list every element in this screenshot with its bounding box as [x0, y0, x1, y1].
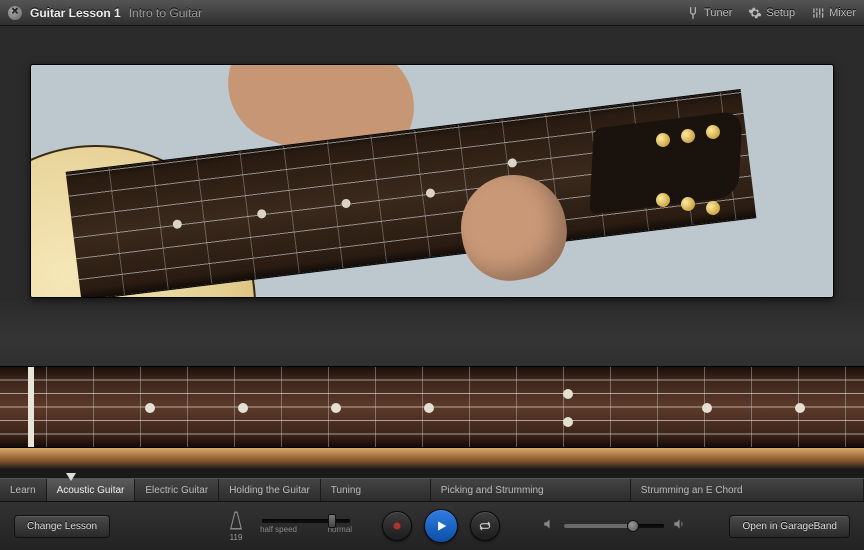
- chapter-picking-and-strumming[interactable]: Picking and Strumming: [431, 479, 631, 501]
- chapter-label: Learn: [10, 485, 36, 496]
- chapter-holding-the-guitar[interactable]: Holding the Guitar: [219, 479, 321, 501]
- chapter-acoustic-guitar[interactable]: Acoustic Guitar: [47, 479, 136, 501]
- volume-low-icon: [542, 517, 556, 536]
- chapter-label: Electric Guitar: [145, 485, 208, 496]
- lesson-subtitle: Intro to Guitar: [129, 6, 202, 20]
- loop-icon: [478, 519, 492, 533]
- transport-controls: Change Lesson 119 half speed normal Open…: [0, 502, 864, 550]
- mixer-label: Mixer: [829, 7, 856, 19]
- change-lesson-button[interactable]: Change Lesson: [14, 515, 110, 538]
- spacer-area: [0, 298, 864, 366]
- tuning-fork-icon: [686, 6, 700, 20]
- playhead-marker[interactable]: [66, 473, 76, 481]
- tuner-button[interactable]: Tuner: [686, 6, 732, 20]
- chapter-tuning[interactable]: Tuning: [321, 479, 431, 501]
- speed-label-min: half speed: [260, 525, 297, 534]
- mixer-button[interactable]: Mixer: [811, 6, 856, 20]
- tuner-label: Tuner: [704, 7, 732, 19]
- setup-button[interactable]: Setup: [748, 6, 795, 20]
- record-icon: [390, 519, 404, 533]
- volume-slider[interactable]: [564, 524, 664, 528]
- open-in-garageband-button[interactable]: Open in GarageBand: [729, 515, 850, 538]
- play-icon: [434, 519, 448, 533]
- chapter-electric-guitar[interactable]: Electric Guitar: [135, 479, 219, 501]
- speed-slider-thumb[interactable]: [328, 514, 336, 528]
- chapter-label: Tuning: [331, 485, 361, 496]
- volume-high-icon: [672, 517, 686, 536]
- fretboard-edge: [0, 448, 864, 478]
- chapter-label: Strumming an E Chord: [641, 485, 743, 496]
- close-button[interactable]: ✕: [8, 6, 22, 20]
- chapter-label: Acoustic Guitar: [57, 485, 125, 496]
- chapter-bar: Learn Acoustic Guitar Electric Guitar Ho…: [0, 478, 864, 502]
- mixer-icon: [811, 6, 825, 20]
- lesson-title: Guitar Lesson 1: [30, 6, 121, 20]
- loop-button[interactable]: [470, 511, 500, 541]
- title-bar: ✕ Guitar Lesson 1 Intro to Guitar Tuner …: [0, 0, 864, 26]
- tempo-bpm: 119: [230, 533, 243, 542]
- record-button[interactable]: [382, 511, 412, 541]
- lesson-video[interactable]: [30, 64, 834, 298]
- play-button[interactable]: [424, 509, 458, 543]
- setup-label: Setup: [766, 7, 795, 19]
- chapter-learn[interactable]: Learn: [0, 479, 47, 501]
- chapter-strumming-an-e-chord[interactable]: Strumming an E Chord: [631, 479, 864, 501]
- chapter-label: Picking and Strumming: [441, 485, 544, 496]
- chapter-label: Holding the Guitar: [229, 485, 310, 496]
- metronome-icon: [227, 511, 245, 533]
- speed-slider[interactable]: [262, 519, 350, 523]
- metronome-button[interactable]: 119: [224, 510, 248, 542]
- practice-fretboard[interactable]: [0, 366, 864, 448]
- volume-slider-thumb[interactable]: [627, 520, 639, 532]
- gear-icon: [748, 6, 762, 20]
